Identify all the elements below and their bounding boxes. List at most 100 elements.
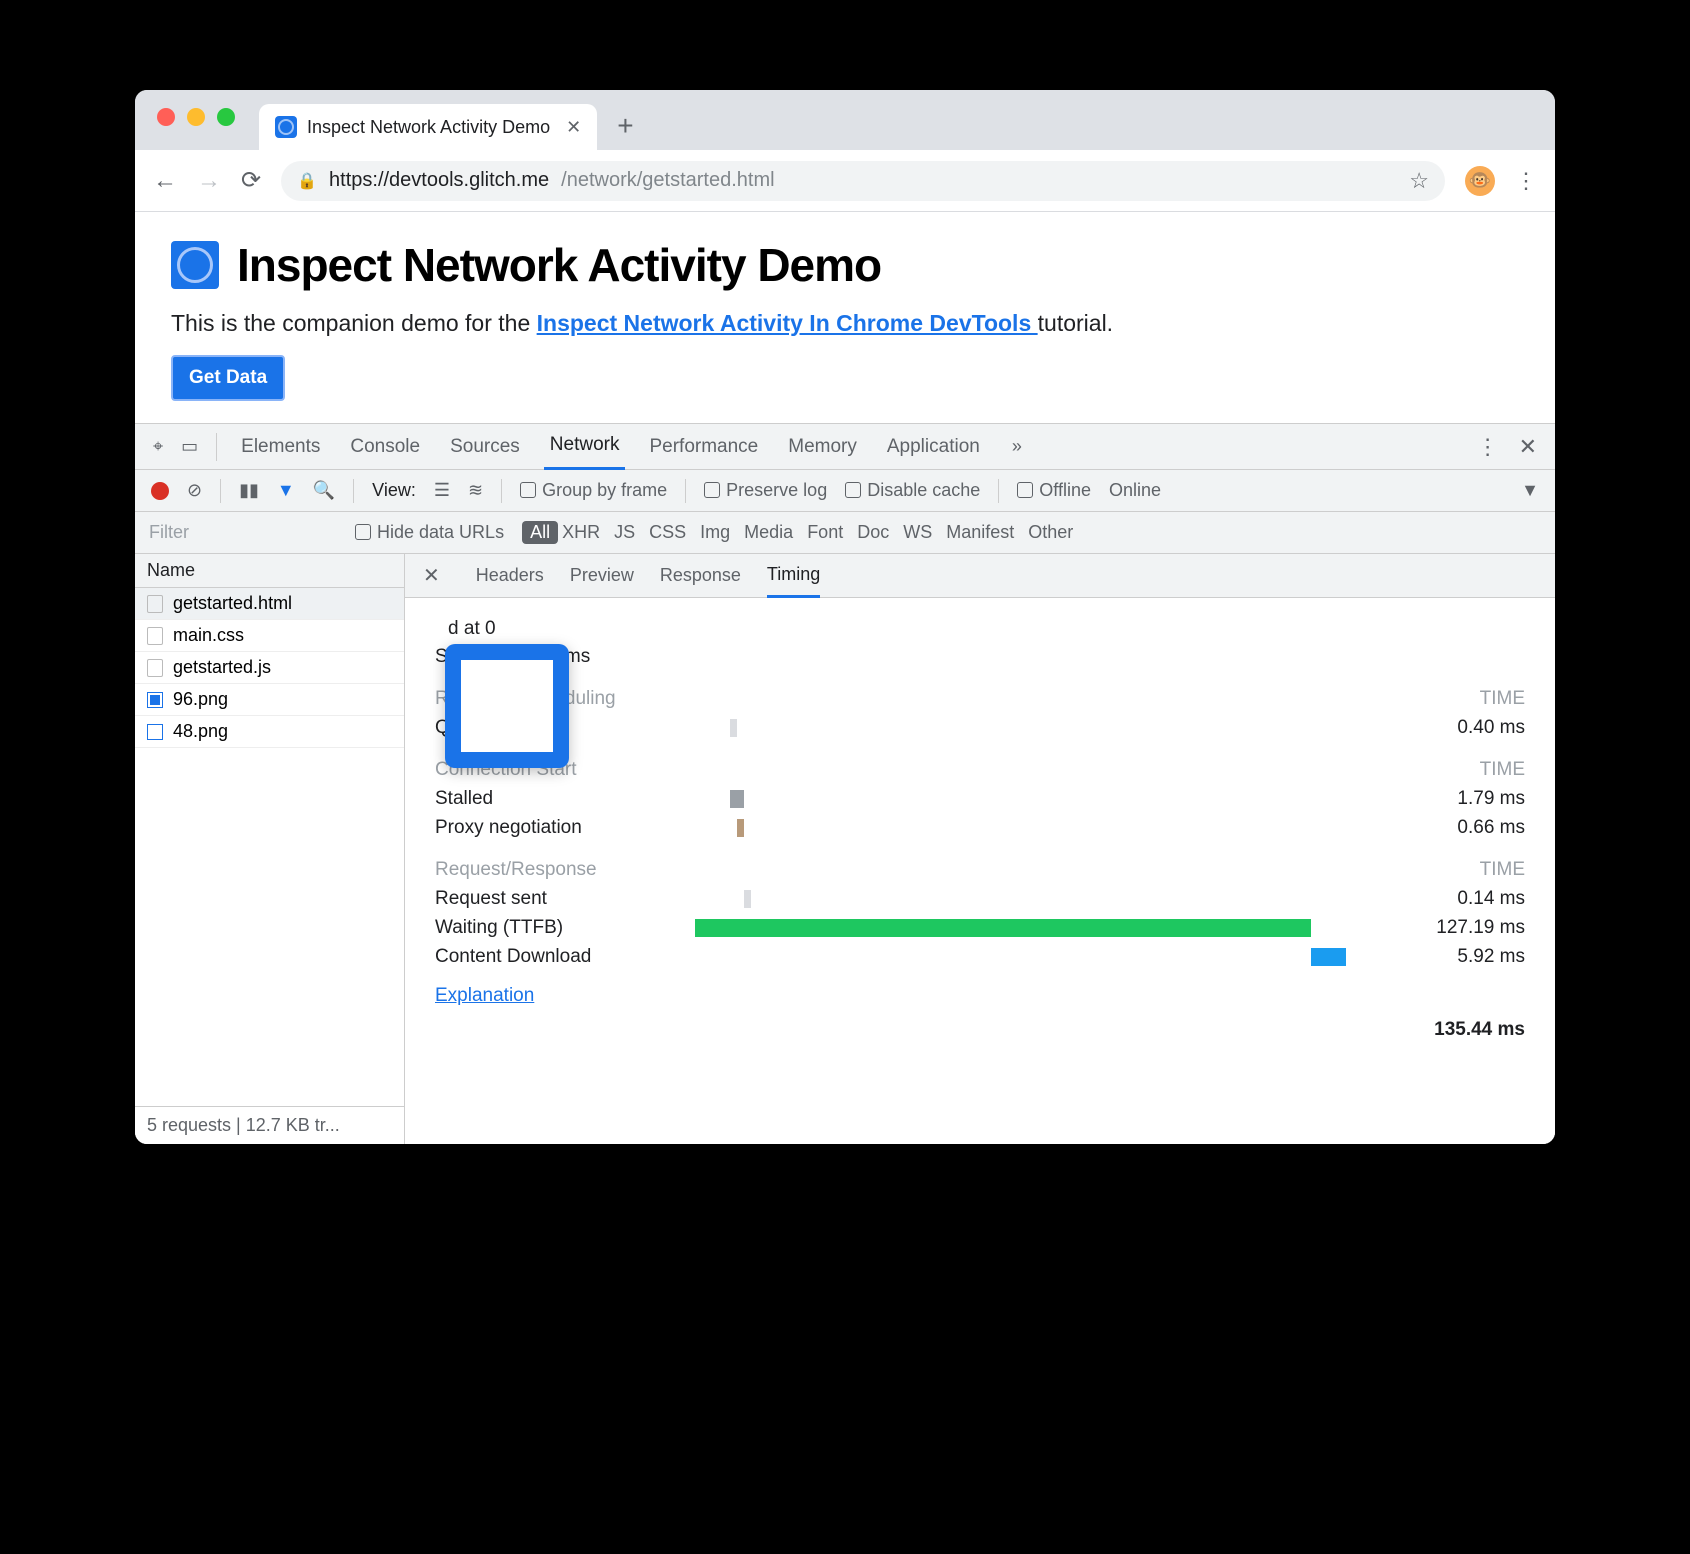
filter-type-ws[interactable]: WS [903,522,932,543]
devtools-tab-network[interactable]: Network [544,424,626,470]
network-toolbar: ⊘ ▮▮ ▼ 🔍 View: ☰ ≋ Group by frame Preser… [135,470,1555,512]
timing-section-header: Request/ResponseTIME [435,859,1525,881]
request-row[interactable]: getstarted.html [135,588,404,620]
intro-post: tutorial. [1038,310,1113,336]
devtools-tab-application[interactable]: Application [881,424,986,470]
get-data-button[interactable]: Get Data [171,355,285,401]
disable-cache-checkbox[interactable]: Disable cache [845,480,980,501]
offline-checkbox[interactable]: Offline [1017,480,1091,501]
fullscreen-window-button[interactable] [217,108,235,126]
page-heading-text: Inspect Network Activity Demo [237,238,881,292]
timing-row-label: Proxy negotiation [435,817,695,839]
close-window-button[interactable] [157,108,175,126]
devtools-tab-sources[interactable]: Sources [444,424,526,470]
tab-strip: Inspect Network Activity Demo ✕ + [135,90,1555,150]
timing-row-label: Waiting (TTFB) [435,917,695,939]
filter-bar: Filter Hide data URLs All XHR JS CSS Img Med… [135,512,1555,554]
timing-row-label: Stalled [435,788,695,810]
search-icon[interactable]: 🔍 [313,480,335,501]
devtools-close-icon[interactable]: ✕ [1519,434,1537,460]
throttle-caret-icon[interactable]: ▼ [1521,480,1539,501]
profile-avatar[interactable]: 🐵 [1465,166,1495,196]
clear-icon[interactable]: ⊘ [187,480,202,501]
image-icon [147,724,163,740]
camera-icon[interactable]: ▮▮ [239,480,259,501]
inspect-element-icon[interactable]: ⌖ [153,436,163,457]
window-controls [157,108,235,126]
timing-row: Content Download5.92 ms [435,946,1525,968]
filter-type-other[interactable]: Other [1028,522,1073,543]
timing-row-value: 127.19 ms [1395,917,1525,939]
timing-row-label: Request sent [435,888,695,910]
tab-title: Inspect Network Activity Demo [307,117,550,138]
online-dropdown[interactable]: Online [1109,480,1161,501]
devtools-tab-performance[interactable]: Performance [643,424,764,470]
request-row[interactable]: 48.png [135,716,404,748]
filter-type-doc[interactable]: Doc [857,522,889,543]
group-by-frame-checkbox[interactable]: Group by frame [520,480,667,501]
bookmark-star-icon[interactable]: ☆ [1409,168,1429,194]
devtools-settings-icon[interactable]: ⋮ [1477,434,1499,460]
timing-row: Waiting (TTFB) 127.19 ms [435,917,1525,939]
minimize-window-button[interactable] [187,108,205,126]
timing-panel: Queued at 0 Started at 0.40 ms Resource … [405,598,1555,1055]
detail-tab-response[interactable]: Response [660,554,741,598]
detail-tab-headers[interactable]: Headers [476,554,544,598]
highlight-annotation [445,644,569,768]
filter-type-img[interactable]: Img [700,522,730,543]
favicon-icon [275,116,297,138]
devtools-tab-memory[interactable]: Memory [782,424,863,470]
timing-row-value: 5.92 ms [1395,946,1525,968]
url-input[interactable]: 🔒 https://devtools.glitch.me/network/get… [281,161,1445,201]
intro-paragraph: This is the companion demo for the Inspe… [171,310,1519,337]
tutorial-link[interactable]: Inspect Network Activity In Chrome DevTo… [537,310,1038,336]
request-row[interactable]: getstarted.js [135,652,404,684]
reload-button[interactable]: ⟳ [241,166,261,195]
browser-tab[interactable]: Inspect Network Activity Demo ✕ [259,104,597,150]
detail-tab-timing[interactable]: Timing [767,554,820,598]
timing-bar [695,888,1395,910]
image-icon [147,692,163,708]
document-icon [147,627,163,645]
page-content: Inspect Network Activity Demo This is th… [135,212,1555,423]
explanation-link[interactable]: Explanation [435,985,534,1007]
devtools-tab-console[interactable]: Console [344,424,426,470]
timing-bar [695,946,1395,968]
new-tab-button[interactable]: + [617,110,633,142]
hide-data-urls-checkbox[interactable]: Hide data URLs [355,522,504,543]
request-name: 96.png [173,689,228,710]
request-row[interactable]: 96.png [135,684,404,716]
filter-input[interactable]: Filter [135,522,355,543]
more-tabs-icon[interactable]: » [1012,436,1022,457]
large-rows-icon[interactable]: ☰ [434,480,450,501]
separator [501,479,502,503]
timing-bar [695,917,1395,939]
intro-pre: This is the companion demo for the [171,310,537,336]
device-toolbar-icon[interactable]: ▭ [181,436,198,457]
detail-tab-preview[interactable]: Preview [570,554,634,598]
filter-type-font[interactable]: Font [807,522,843,543]
waterfall-icon[interactable]: ≋ [468,480,483,501]
filter-icon[interactable]: ▼ [277,480,295,501]
forward-button[interactable]: → [197,167,221,195]
filter-type-manifest[interactable]: Manifest [946,522,1014,543]
request-list-header: Name [135,554,404,588]
preserve-log-checkbox[interactable]: Preserve log [704,480,827,501]
filter-type-media[interactable]: Media [744,522,793,543]
request-row[interactable]: main.css [135,620,404,652]
page-heading: Inspect Network Activity Demo [171,238,1519,292]
back-button[interactable]: ← [153,167,177,195]
filter-type-all[interactable]: All [522,521,558,544]
close-tab-icon[interactable]: ✕ [566,117,581,138]
devtools-tab-elements[interactable]: Elements [235,424,326,470]
devtools-tabbar: ⌖ ▭ Elements Console Sources Network Perform… [135,424,1555,470]
record-button[interactable] [151,482,169,500]
browser-menu-icon[interactable]: ⋮ [1515,168,1537,194]
filter-type-xhr[interactable]: XHR [562,522,600,543]
document-icon [147,659,163,677]
request-name: getstarted.html [173,593,292,614]
filter-type-css[interactable]: CSS [649,522,686,543]
filter-type-js[interactable]: JS [614,522,635,543]
address-bar: ← → ⟳ 🔒 https://devtools.glitch.me/netwo… [135,150,1555,212]
close-detail-icon[interactable]: ✕ [423,563,440,588]
